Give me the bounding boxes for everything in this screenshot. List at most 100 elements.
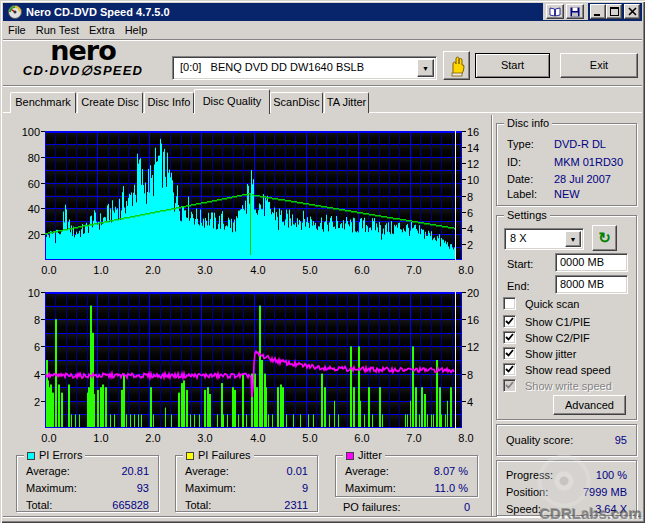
axis-tick: [462, 163, 466, 164]
pi-errors-stats-group: PI ErrorsAverage:20.81Maximum:93Total:66…: [16, 455, 159, 512]
speed-select-arrow[interactable]: ▼: [565, 231, 581, 247]
axis-tick: [462, 292, 466, 293]
disk-icon: [570, 7, 580, 17]
checkbox-show-write-speed[interactable]: [503, 379, 516, 392]
y-left-label-1: 10: [10, 287, 40, 299]
chevron-down-icon: ▼: [422, 65, 429, 72]
pi-failures-row-label-1: Maximum:: [185, 482, 236, 494]
x-label-1: 7.0: [397, 432, 431, 444]
speed-select[interactable]: 8 X ▼: [504, 228, 584, 250]
x-label-0: 0.0: [32, 264, 66, 276]
tab-ta-jitter[interactable]: TA Jitter: [324, 92, 369, 113]
jitter-row-value-1: 11.0 %: [435, 482, 468, 494]
axis-tick: [462, 228, 466, 229]
x-label-0: 3.0: [188, 264, 222, 276]
watermark-text: CDRLabs.com: [539, 505, 642, 522]
check-icon: [505, 333, 514, 342]
checkbox-show-c1-pie[interactable]: [503, 315, 516, 328]
x-label-0: 7.0: [397, 264, 431, 276]
disc-info-label-0: Type:: [507, 138, 534, 150]
drive-select-arrow[interactable]: ▼: [417, 59, 434, 77]
menu-item-file[interactable]: File: [3, 22, 31, 38]
pi-failures-row-value-1: 9: [302, 482, 308, 494]
close-icon: [628, 7, 637, 16]
axis-tick: [462, 401, 466, 402]
x-label-0: 1.0: [84, 264, 118, 276]
tab-disc-info[interactable]: Disc Info: [144, 92, 194, 113]
x-label-1: 3.0: [188, 432, 222, 444]
po-failures-label: PO failures:: [343, 501, 400, 513]
checkbox-show-c2-pif[interactable]: [503, 331, 516, 344]
progress-row-value-0: 100 %: [596, 469, 627, 481]
checkbox-show-jitter[interactable]: [503, 347, 516, 360]
tab-benchmark[interactable]: Benchmark: [10, 92, 76, 113]
scan-start-label: Start:: [507, 258, 533, 270]
checkbox-show-read-speed[interactable]: [503, 363, 516, 376]
settings-group: Settings 8 X ▼ ↻ Start: 0000 MB End: 800…: [496, 215, 637, 420]
jitter-row-value-0: 8.07 %: [434, 465, 468, 477]
x-label-1: 5.0: [293, 432, 327, 444]
axis-tick: [462, 244, 466, 245]
checkbox-quick-scan[interactable]: [503, 297, 516, 310]
checkbox-label-1: Show C1/PIE: [525, 316, 590, 328]
maximize-button[interactable]: [606, 4, 622, 19]
advanced-button[interactable]: Advanced: [553, 395, 626, 415]
close-button[interactable]: [624, 4, 640, 19]
x-label-0: 4.0: [241, 264, 275, 276]
menu-item-help[interactable]: Help: [120, 22, 153, 38]
tab-disc-quality[interactable]: Disc Quality: [194, 89, 270, 114]
y-left-label-0: 100: [10, 126, 40, 138]
x-label-1: 0.0: [32, 432, 66, 444]
drive-select-value: [0:0] BENQ DVD DD DW1640 BSLB: [180, 61, 364, 73]
scan-end-value: 8000 MB: [560, 278, 604, 290]
scan-end-field[interactable]: 8000 MB: [555, 275, 628, 294]
minimize-icon: [594, 7, 602, 16]
axis-tick: [41, 157, 45, 158]
pi-errors-swatch: [27, 452, 35, 460]
checkbox-label-2: Show C2/PIF: [525, 332, 590, 344]
disc-info-value-0: DVD-R DL: [554, 138, 606, 150]
drive-select[interactable]: [0:0] BENQ DVD DD DW1640 BSLB ▼: [172, 56, 437, 80]
minimize-button[interactable]: [590, 4, 606, 19]
disc-info-value-2: 28 Jul 2007: [554, 173, 611, 185]
x-label-0: 2.0: [136, 264, 170, 276]
scan-end-label: End:: [507, 280, 530, 292]
tab-label: ScanDisc: [271, 96, 322, 108]
axis-tick: [41, 346, 45, 347]
disc-info-label-1: ID:: [507, 156, 521, 168]
start-button[interactable]: Start: [475, 53, 550, 78]
axis-tick: [462, 212, 466, 213]
scan-start-value: 0000 MB: [560, 256, 604, 268]
y-left-label-0: 80: [10, 152, 40, 164]
y-left-label-0: 60: [10, 178, 40, 190]
disc-info-group: Disc info Type:DVD-R DLID:MKM 01RD30Date…: [496, 123, 637, 206]
check-icon: [505, 381, 514, 390]
disc-info-legend: Disc info: [504, 117, 552, 129]
refresh-button[interactable]: ↻: [592, 225, 617, 251]
tab-create-disc[interactable]: Create Disc: [77, 92, 143, 113]
axis-tick: [462, 319, 466, 320]
axis-tick: [462, 346, 466, 347]
help-book-button[interactable]: [546, 4, 564, 19]
exit-button[interactable]: Exit: [560, 53, 638, 78]
window-title: Nero CD-DVD Speed 4.7.5.0: [26, 6, 170, 18]
axis-tick: [41, 319, 45, 320]
y-left-label-1: 4: [10, 369, 40, 381]
y-left-label-1: 8: [10, 314, 40, 326]
eject-hand-button[interactable]: [443, 51, 470, 80]
maximize-icon: [610, 7, 619, 16]
scan-start-field[interactable]: 0000 MB: [555, 253, 628, 272]
pi-failures-legend: PI Failures: [183, 449, 254, 461]
po-failures-value: 0: [430, 501, 470, 513]
start-button-label: Start: [501, 59, 524, 71]
tab-scandisc[interactable]: ScanDisc: [270, 92, 323, 113]
checkbox-label-5: Show write speed: [525, 380, 612, 392]
jitter-swatch: [346, 452, 354, 460]
check-icon: [505, 317, 514, 326]
axis-tick: [462, 374, 466, 375]
save-button[interactable]: [566, 4, 584, 19]
nero-logo: nero: [28, 41, 138, 61]
disc-info-label-3: Label:: [507, 188, 537, 200]
exit-button-label: Exit: [590, 59, 608, 71]
axis-tick: [41, 292, 45, 293]
